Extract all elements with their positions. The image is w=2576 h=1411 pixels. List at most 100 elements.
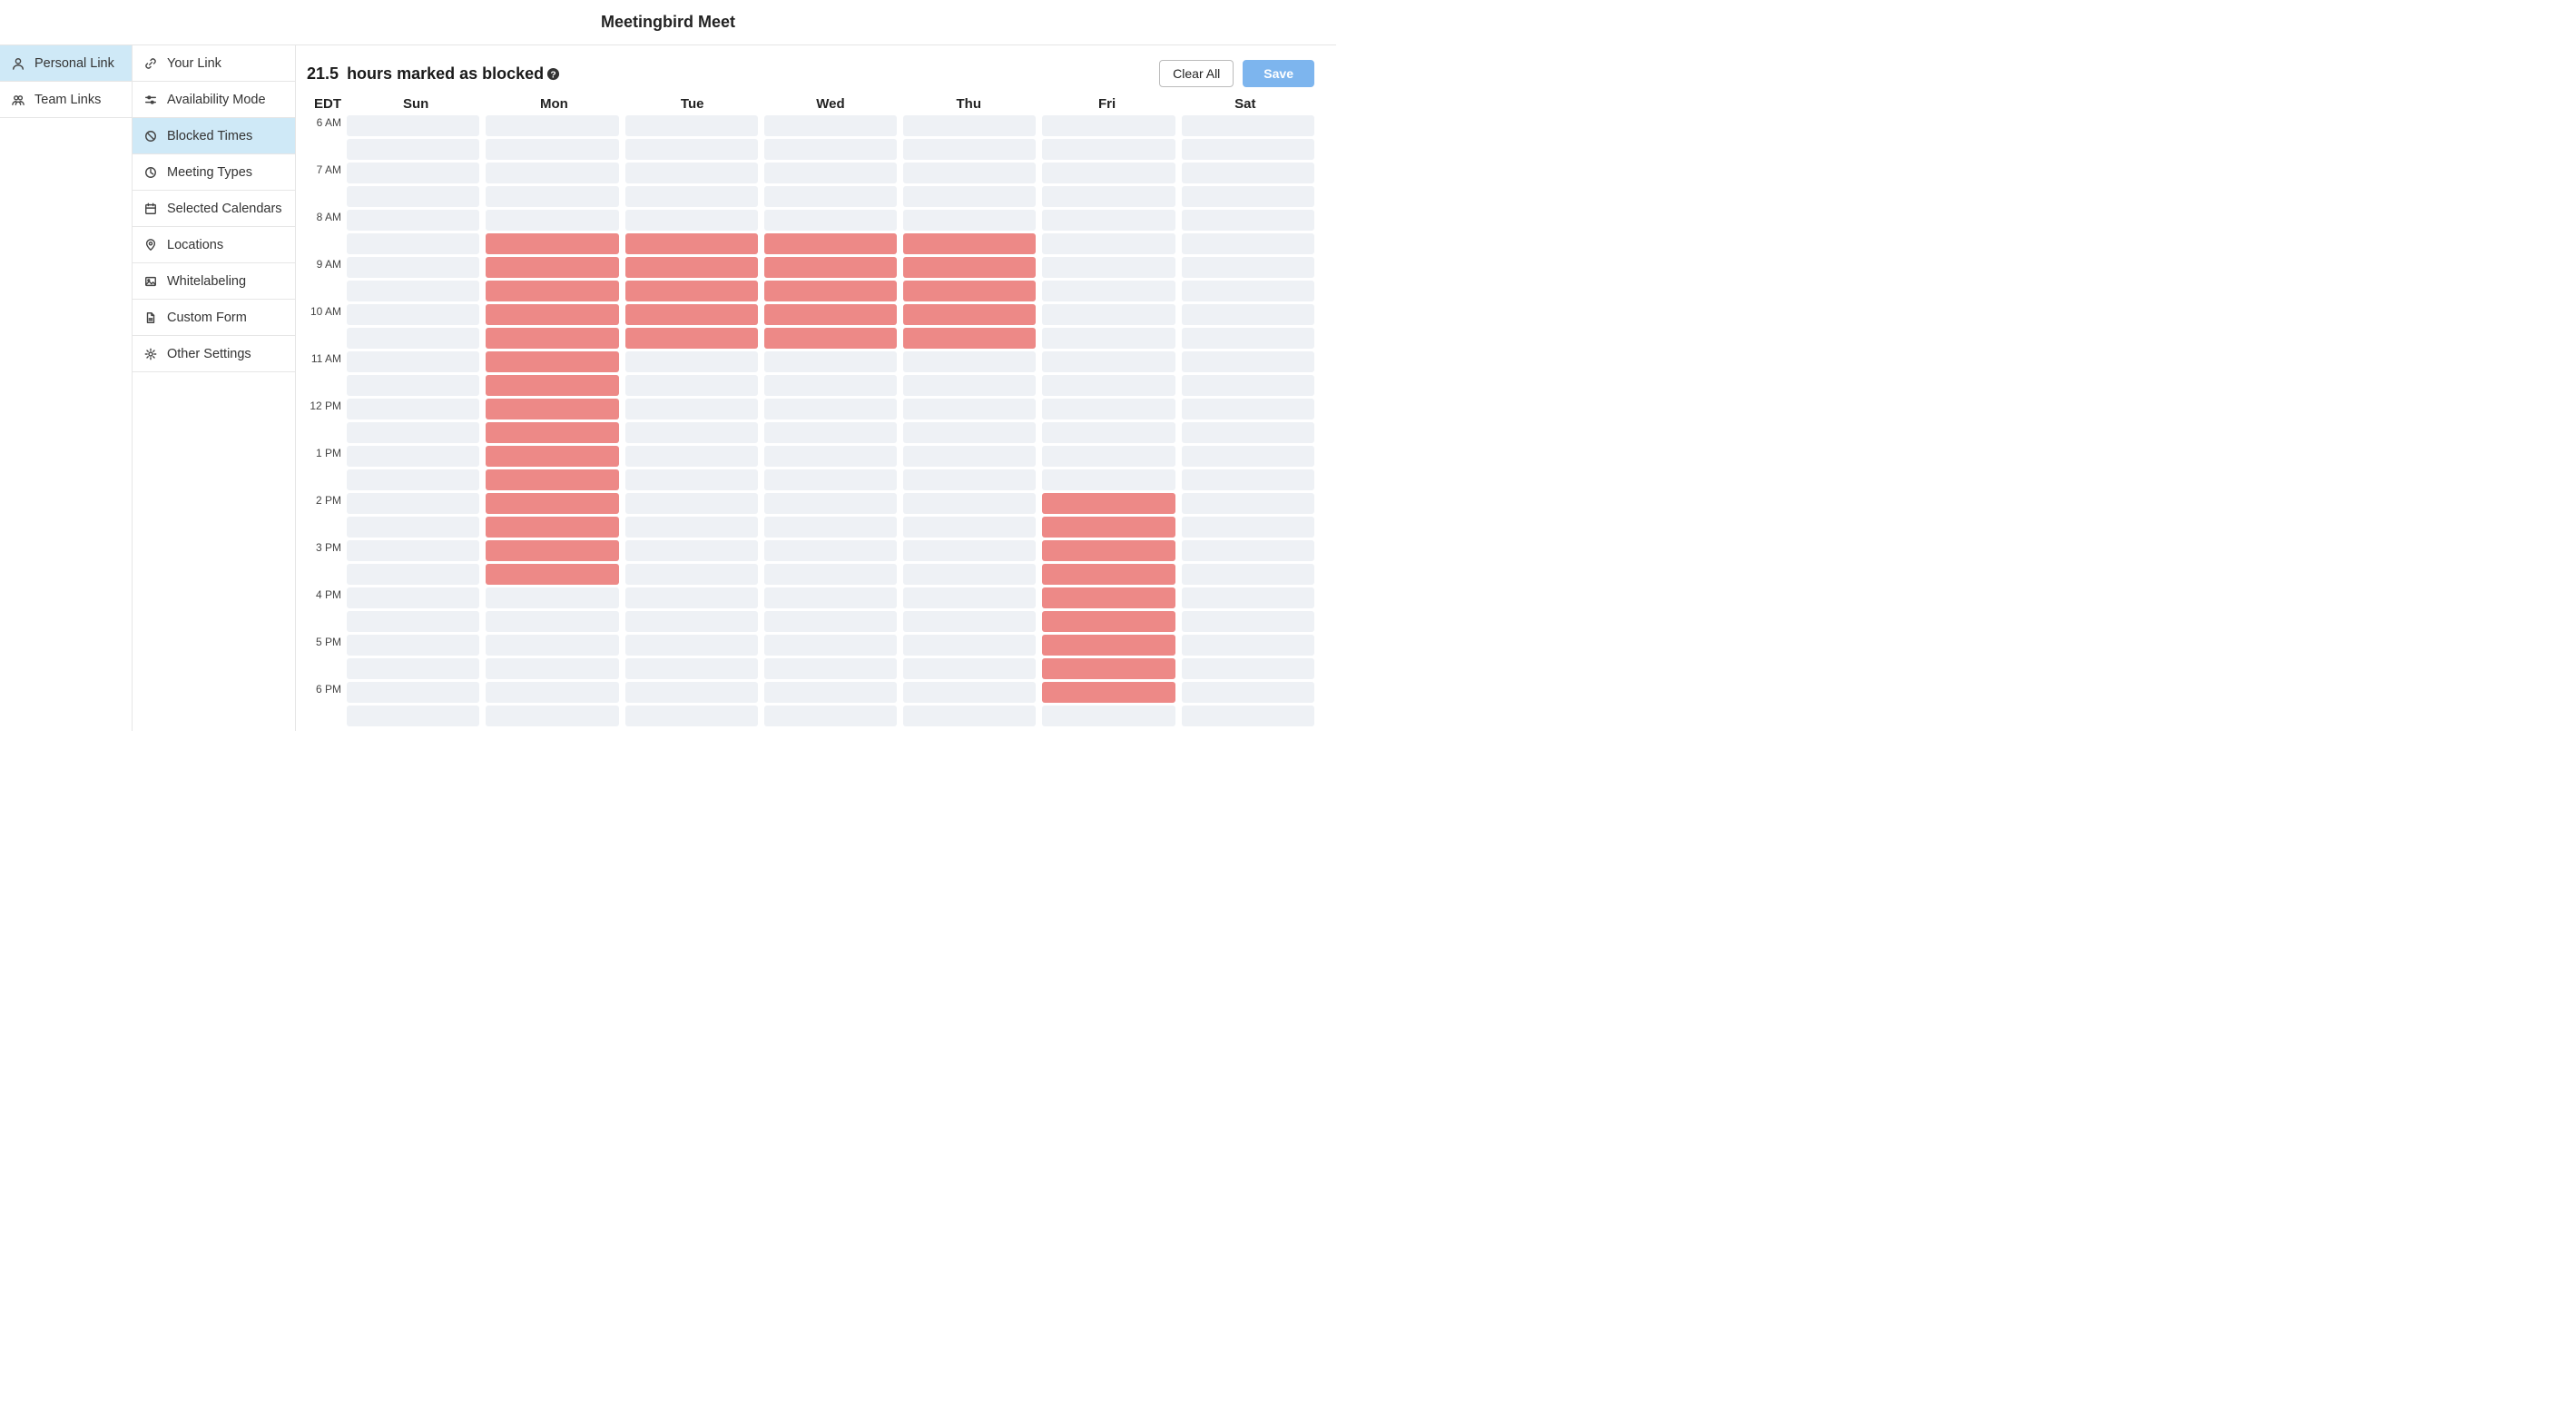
blocked-slot[interactable] [625,281,758,301]
blocked-slot[interactable] [486,399,618,419]
time-slot[interactable] [347,233,479,254]
sub-nav-item-blocked-times[interactable]: Blocked Times [133,118,295,154]
time-slot[interactable] [347,399,479,419]
time-slot[interactable] [347,564,479,585]
time-slot[interactable] [347,422,479,443]
schedule-grid[interactable]: 6 AM7 AM8 AM9 AM10 AM11 AM12 PM1 PM2 PM3… [303,115,1314,731]
blocked-slot[interactable] [764,233,897,254]
save-button[interactable]: Save [1243,60,1314,87]
blocked-slot[interactable] [903,233,1036,254]
blocked-slot[interactable] [486,304,618,325]
blocked-slot[interactable] [486,540,618,561]
time-slot[interactable] [625,446,758,467]
time-slot[interactable] [764,493,897,514]
time-slot[interactable] [625,139,758,160]
blocked-slot[interactable] [903,304,1036,325]
time-slot[interactable] [347,328,479,349]
time-slot[interactable] [764,706,897,726]
sub-nav-item-custom-form[interactable]: Custom Form [133,300,295,336]
time-slot[interactable] [903,163,1036,183]
time-slot[interactable] [1182,517,1314,538]
sub-nav-item-availability-mode[interactable]: Availability Mode [133,82,295,118]
blocked-slot[interactable] [1042,540,1175,561]
time-slot[interactable] [347,635,479,656]
time-slot[interactable] [1182,611,1314,632]
time-slot[interactable] [347,210,479,231]
blocked-slot[interactable] [1042,658,1175,679]
time-slot[interactable] [486,658,618,679]
time-slot[interactable] [764,587,897,608]
time-slot[interactable] [903,493,1036,514]
time-slot[interactable] [764,658,897,679]
time-slot[interactable] [764,186,897,207]
sub-nav-item-other-settings[interactable]: Other Settings [133,336,295,372]
time-slot[interactable] [1042,257,1175,278]
time-slot[interactable] [1182,210,1314,231]
time-slot[interactable] [347,587,479,608]
time-slot[interactable] [764,399,897,419]
time-slot[interactable] [764,210,897,231]
time-slot[interactable] [1182,375,1314,396]
time-slot[interactable] [347,517,479,538]
time-slot[interactable] [625,706,758,726]
blocked-slot[interactable] [486,328,618,349]
time-slot[interactable] [347,375,479,396]
time-slot[interactable] [1182,115,1314,136]
time-slot[interactable] [347,351,479,372]
time-slot[interactable] [903,375,1036,396]
time-slot[interactable] [1042,210,1175,231]
time-slot[interactable] [625,517,758,538]
time-slot[interactable] [347,446,479,467]
blocked-slot[interactable] [486,564,618,585]
time-slot[interactable] [347,682,479,703]
time-slot[interactable] [903,540,1036,561]
time-slot[interactable] [1182,328,1314,349]
blocked-slot[interactable] [1042,611,1175,632]
time-slot[interactable] [764,375,897,396]
time-slot[interactable] [625,375,758,396]
blocked-slot[interactable] [1042,587,1175,608]
time-slot[interactable] [625,422,758,443]
blocked-slot[interactable] [486,517,618,538]
blocked-slot[interactable] [486,375,618,396]
time-slot[interactable] [486,682,618,703]
time-slot[interactable] [764,351,897,372]
time-slot[interactable] [903,517,1036,538]
time-slot[interactable] [347,469,479,490]
blocked-slot[interactable] [625,233,758,254]
sub-nav-item-selected-calendars[interactable]: Selected Calendars [133,191,295,227]
time-slot[interactable] [903,186,1036,207]
time-slot[interactable] [1042,422,1175,443]
time-slot[interactable] [1182,540,1314,561]
time-slot[interactable] [903,351,1036,372]
time-slot[interactable] [625,186,758,207]
blocked-slot[interactable] [625,304,758,325]
time-slot[interactable] [625,399,758,419]
time-slot[interactable] [1182,682,1314,703]
clear-all-button[interactable]: Clear All [1159,60,1234,87]
time-slot[interactable] [764,540,897,561]
time-slot[interactable] [903,587,1036,608]
time-slot[interactable] [625,635,758,656]
blocked-slot[interactable] [764,281,897,301]
time-slot[interactable] [1182,706,1314,726]
time-slot[interactable] [764,682,897,703]
time-slot[interactable] [1182,446,1314,467]
time-slot[interactable] [625,210,758,231]
blocked-slot[interactable] [1042,564,1175,585]
time-slot[interactable] [1042,328,1175,349]
time-slot[interactable] [625,658,758,679]
blocked-slot[interactable] [486,446,618,467]
time-slot[interactable] [1182,587,1314,608]
blocked-slot[interactable] [486,469,618,490]
time-slot[interactable] [1182,658,1314,679]
time-slot[interactable] [347,611,479,632]
time-slot[interactable] [486,635,618,656]
time-slot[interactable] [347,139,479,160]
blocked-slot[interactable] [486,493,618,514]
blocked-slot[interactable] [903,281,1036,301]
time-slot[interactable] [1042,163,1175,183]
time-slot[interactable] [625,163,758,183]
time-slot[interactable] [1182,257,1314,278]
blocked-slot[interactable] [625,257,758,278]
